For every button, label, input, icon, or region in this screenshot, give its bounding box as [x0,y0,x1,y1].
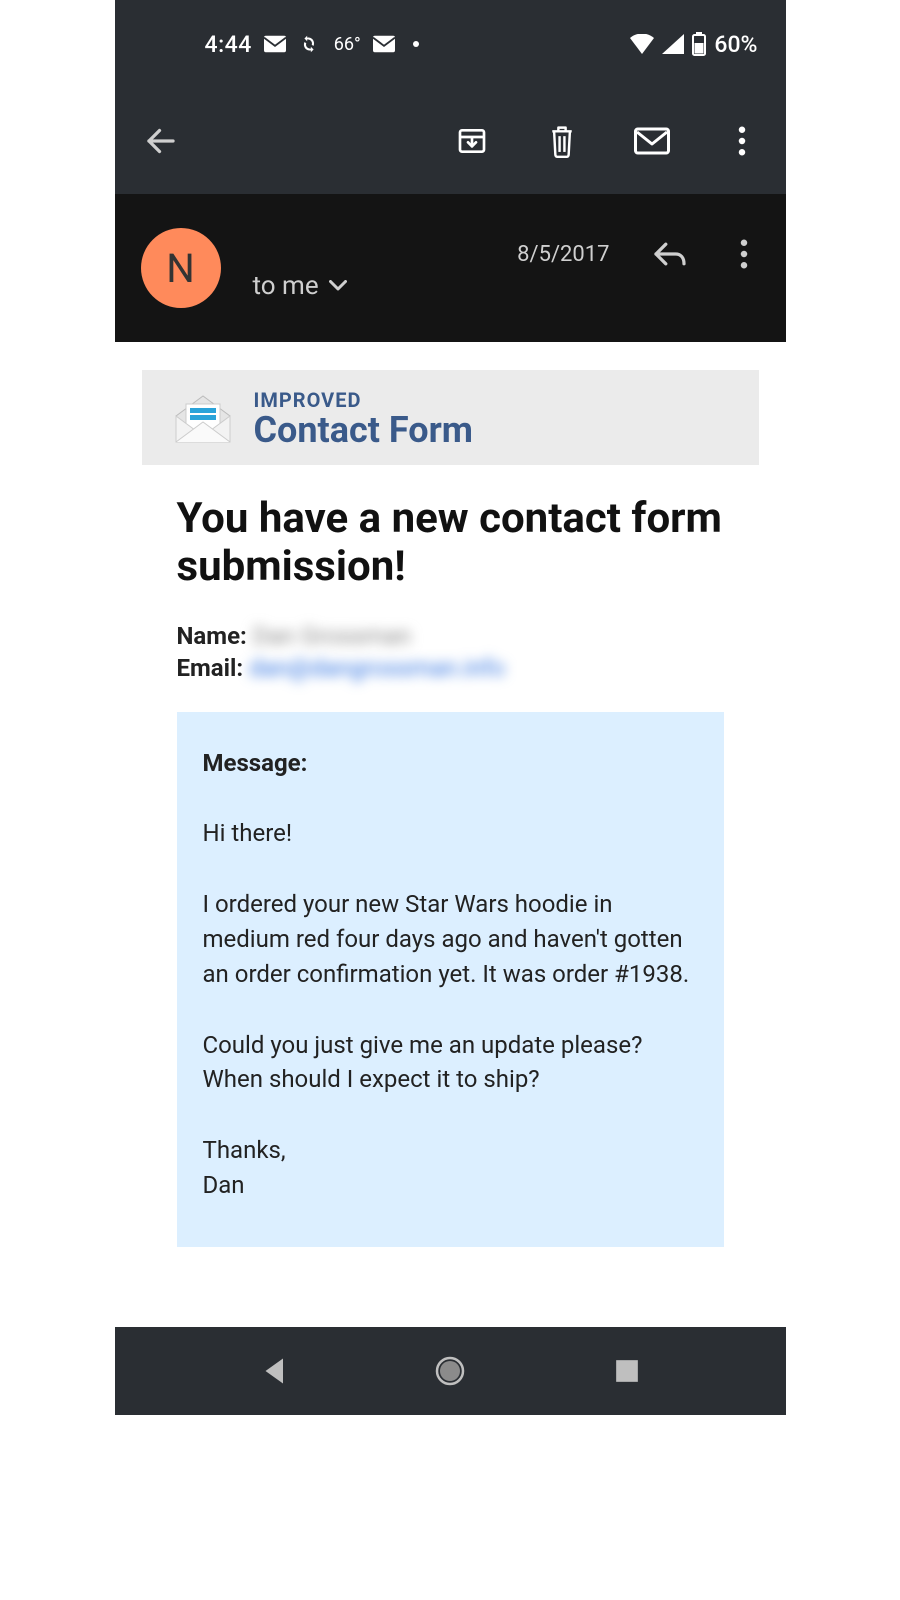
avatar-initial: N [166,245,195,292]
status-time: 4:44 [205,31,252,58]
message-paragraph: Could you just give me an update please?… [203,1028,698,1098]
delete-button[interactable] [538,117,586,165]
message-box: Message: Hi there! I ordered your new St… [177,712,724,1247]
weather-temp: 66° [334,34,361,55]
email-label: Email: [177,654,244,682]
sender-bar: N to me 8/5/2017 [115,194,786,342]
email-line: Email: dan@dangrossman.info [177,654,724,682]
sender-right: 8/5/2017 [517,230,765,278]
mail-content: You have a new contact form submission! … [115,465,786,1247]
message-paragraph: Thanks, Dan [203,1133,698,1203]
name-value: Dan Grossman [253,622,411,650]
to-label: to me [253,271,319,301]
nav-back-button[interactable] [253,1351,293,1391]
email-date: 8/5/2017 [517,242,609,267]
status-left: 4:44 66° [205,31,419,58]
battery-icon [692,32,706,56]
email-more-options-button[interactable] [722,230,766,278]
system-nav-bar [115,1327,786,1415]
recipient-expand[interactable]: to me [253,271,347,301]
envelope-icon [172,390,234,446]
brand-line2: Contact Form [254,412,473,448]
email-value: dan@dangrossman.info [249,654,505,682]
appbar-actions [448,117,766,165]
nav-recent-button[interactable] [607,1351,647,1391]
status-right: 60% [630,31,757,58]
message-label: Message: [203,746,698,781]
message-paragraph: Hi there! [203,816,698,851]
more-notifications-dot [413,41,419,47]
cell-signal-icon [662,34,684,54]
brand-line1: IMPROVED [254,388,473,412]
wifi-icon [630,34,654,54]
name-line: Name: Dan Grossman [177,622,724,650]
battery-percent: 60% [714,31,757,58]
chevron-down-icon [329,280,347,292]
app-bar [115,88,786,194]
mail-notification-icon [264,35,286,53]
sender-avatar[interactable]: N [141,228,221,308]
nav-home-button[interactable] [430,1351,470,1391]
mark-unread-button[interactable] [628,117,676,165]
brand-banner: IMPROVED Contact Form [142,370,759,465]
brand-text: IMPROVED Contact Form [254,388,473,448]
message-paragraph: I ordered your new Star Wars hoodie in m… [203,887,698,991]
more-options-button[interactable] [718,117,766,165]
mail-notification-icon-2 [373,35,395,53]
back-button[interactable] [137,117,185,165]
headline: You have a new contact form submission! [177,495,724,592]
name-label: Name: [177,622,247,650]
phone-frame: 4:44 66° 60% [115,0,786,1415]
archive-button[interactable] [448,117,496,165]
reply-button[interactable] [648,230,692,278]
mail-body: IMPROVED Contact Form You have a new con… [115,342,786,1287]
sync-icon [298,33,320,55]
status-bar: 4:44 66° 60% [115,0,786,88]
